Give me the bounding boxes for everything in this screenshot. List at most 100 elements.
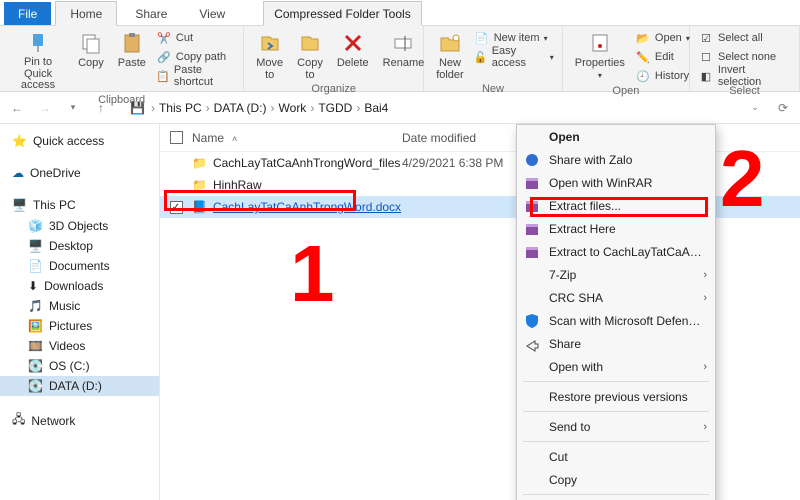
tab-file[interactable]: File: [4, 2, 51, 25]
menu-item-label: Send to: [549, 420, 695, 434]
menu-item[interactable]: Open with WinRAR: [517, 171, 715, 194]
drive-icon: 💾: [130, 101, 145, 115]
blank-icon: [523, 471, 541, 489]
paste-button[interactable]: Paste: [114, 29, 150, 71]
menu-item[interactable]: Scan with Microsoft Defender...: [517, 309, 715, 332]
drive-icon: 💽: [28, 359, 43, 373]
tree-pictures[interactable]: 🖼️Pictures: [0, 316, 159, 336]
recent-locations-button[interactable]: ▾: [62, 97, 84, 119]
menu-item[interactable]: Share with Zalo: [517, 148, 715, 171]
group-label-new: New: [432, 83, 554, 98]
row-checkbox[interactable]: [170, 201, 183, 214]
shield-icon: [523, 312, 541, 330]
drive-icon: 💽: [28, 379, 43, 393]
up-button[interactable]: ↑: [90, 97, 112, 119]
cut-button[interactable]: ✂️Cut: [156, 29, 235, 47]
edit-button[interactable]: ✏️Edit: [635, 48, 690, 66]
delete-icon: [341, 31, 365, 55]
menu-item[interactable]: Open: [517, 125, 715, 148]
menu-item-label: Extract files...: [549, 199, 707, 213]
menu-item[interactable]: 7-Zip›: [517, 263, 715, 286]
menu-item-label: Copy: [549, 473, 707, 487]
tab-share[interactable]: Share: [121, 2, 181, 25]
properties-icon: [588, 31, 612, 55]
menu-item-label: Share with Zalo: [549, 153, 707, 167]
annotation-number-1: 1: [290, 234, 335, 314]
tab-compressed-tools[interactable]: Compressed Folder Tools: [263, 1, 422, 26]
breadcrumb[interactable]: ›This PC ›DATA (D:) ›Work ›TGDD ›Bai4: [151, 101, 738, 115]
tree-3d-objects[interactable]: 🧊3D Objects: [0, 216, 159, 236]
copy-icon: [79, 31, 103, 55]
menu-item[interactable]: Cut: [517, 445, 715, 468]
blank-icon: [523, 388, 541, 406]
new-folder-button[interactable]: New folder: [432, 29, 468, 83]
move-to-button[interactable]: Move to: [252, 29, 287, 83]
easy-access-button[interactable]: 🔓Easy access ▾: [474, 48, 554, 66]
tree-os-c[interactable]: 💽OS (C:): [0, 356, 159, 376]
menu-item[interactable]: Extract files...: [517, 194, 715, 217]
tab-home[interactable]: Home: [55, 1, 117, 26]
menu-item[interactable]: Send to›: [517, 415, 715, 438]
folder-icon: ⬇: [28, 279, 38, 293]
tree-quick-access[interactable]: ⭐Quick access: [0, 130, 159, 152]
menu-item[interactable]: Share: [517, 332, 715, 355]
invert-selection-icon: ◧: [698, 68, 714, 84]
menu-item[interactable]: CRC SHA›: [517, 286, 715, 309]
forward-button[interactable]: →: [34, 97, 56, 119]
select-all-icon: ☑: [698, 30, 714, 46]
menu-item[interactable]: Extract Here: [517, 217, 715, 240]
select-all-checkbox[interactable]: [170, 131, 183, 144]
copy-to-button[interactable]: Copy to: [293, 29, 327, 83]
rar-icon: [523, 174, 541, 192]
nav-tree[interactable]: ⭐Quick access ☁OneDrive 🖥️This PC 🧊3D Ob…: [0, 124, 160, 500]
tree-documents[interactable]: 📄Documents: [0, 256, 159, 276]
onedrive-icon: ☁: [12, 166, 24, 180]
blank-icon: [523, 448, 541, 466]
refresh-button[interactable]: ⟳: [772, 97, 794, 119]
col-date[interactable]: Date modified: [402, 131, 532, 145]
tree-onedrive[interactable]: ☁OneDrive: [0, 162, 159, 184]
open-button[interactable]: 📂Open ▾: [635, 29, 690, 47]
back-button[interactable]: ←: [6, 97, 28, 119]
select-all-button[interactable]: ☑Select all: [698, 29, 791, 47]
menu-item[interactable]: Open with›: [517, 355, 715, 378]
rar-icon: [523, 243, 541, 261]
invert-selection-button[interactable]: ◧Invert selection: [698, 67, 791, 85]
tree-desktop[interactable]: 🖥️Desktop: [0, 236, 159, 256]
history-button[interactable]: 🕘History: [635, 67, 690, 85]
paste-shortcut-button[interactable]: 📋Paste shortcut: [156, 67, 235, 85]
col-name[interactable]: Name˄: [192, 131, 402, 145]
tree-videos[interactable]: 🎞️Videos: [0, 336, 159, 356]
tree-music[interactable]: 🎵Music: [0, 296, 159, 316]
folder-icon: 🎵: [28, 299, 43, 313]
pin-to-quick-access-button[interactable]: Pin to Quick access: [8, 29, 68, 94]
folder-icon: 🎞️: [28, 339, 43, 353]
properties-button[interactable]: Properties▾: [571, 29, 629, 82]
select-none-icon: ☐: [698, 49, 714, 65]
rar-icon: [523, 220, 541, 238]
star-icon: ⭐: [12, 134, 27, 148]
tree-downloads[interactable]: ⬇Downloads: [0, 276, 159, 296]
paste-icon: [120, 31, 144, 55]
rename-button[interactable]: Rename: [379, 29, 429, 71]
tab-view[interactable]: View: [185, 2, 239, 25]
menu-item-label: Extract to CachLayTatCaAnhTrongWord.docx…: [549, 245, 707, 259]
tree-network[interactable]: 🖧Network: [0, 406, 159, 435]
breadcrumb-dropdown[interactable]: ⌄: [744, 97, 766, 119]
new-item-icon: 📄: [474, 30, 490, 46]
menu-item[interactable]: Extract to CachLayTatCaAnhTrongWord.docx…: [517, 240, 715, 263]
menu-item[interactable]: Copy: [517, 468, 715, 491]
folder-icon: 🖼️: [28, 319, 43, 333]
submenu-arrow-icon: ›: [703, 269, 707, 281]
paste-shortcut-icon: 📋: [156, 68, 170, 84]
delete-button[interactable]: Delete: [333, 29, 373, 71]
cut-icon: ✂️: [156, 30, 172, 46]
context-menu: Open Share with Zalo Open with WinRAR Extra…: [516, 124, 716, 500]
tree-this-pc[interactable]: 🖥️This PC: [0, 194, 159, 216]
submenu-arrow-icon: ›: [703, 361, 707, 373]
copy-button[interactable]: Copy: [74, 29, 108, 71]
blank-icon: [523, 358, 541, 376]
menu-item-label: Restore previous versions: [549, 390, 707, 404]
tree-data-d[interactable]: 💽DATA (D:): [0, 376, 159, 396]
menu-item[interactable]: Restore previous versions: [517, 385, 715, 408]
